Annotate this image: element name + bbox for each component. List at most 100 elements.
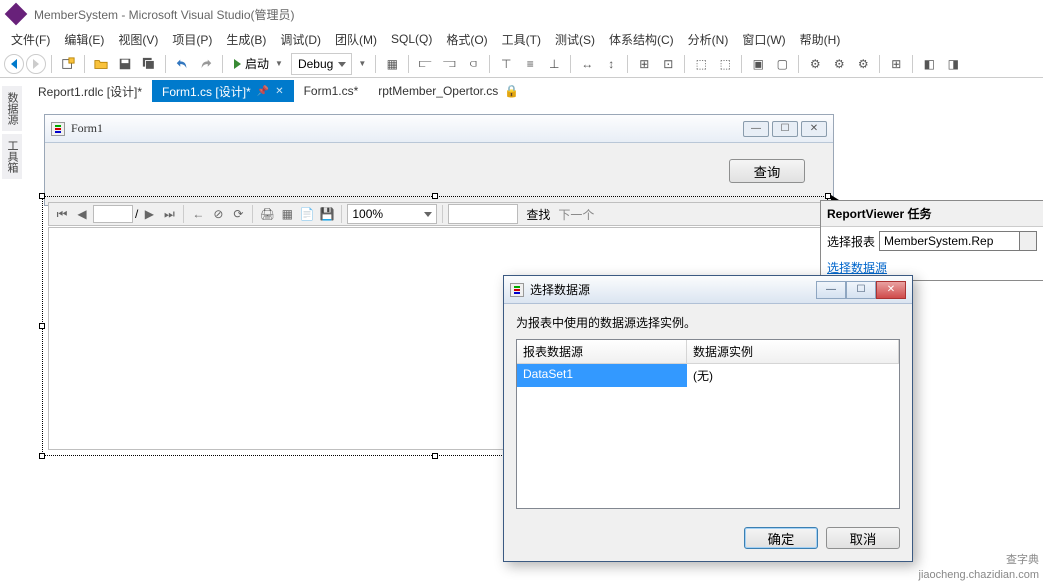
- size-button-2[interactable]: ⊡: [657, 53, 679, 75]
- col-report-datasource[interactable]: 报表数据源: [517, 340, 687, 363]
- app-titlebar: MemberSystem - Microsoft Visual Studio(管…: [0, 0, 1043, 28]
- menu-sql[interactable]: SQL(Q): [384, 30, 439, 48]
- align-left-button[interactable]: ⫍: [414, 53, 436, 75]
- rv-page-input[interactable]: [93, 205, 133, 223]
- layout-button-1[interactable]: ▦: [381, 53, 403, 75]
- nav-forward-button[interactable]: [26, 54, 46, 74]
- col-instance[interactable]: 数据源实例: [687, 340, 899, 363]
- align-bottom-button[interactable]: ⊥: [543, 53, 565, 75]
- minimize-button[interactable]: —: [743, 121, 769, 137]
- align-top-button[interactable]: ⊤: [495, 53, 517, 75]
- side-toolbox[interactable]: 工具箱: [2, 134, 22, 179]
- rv-next-label[interactable]: 下一个: [558, 206, 594, 223]
- menu-file[interactable]: 文件(F): [4, 29, 57, 50]
- bring-front-button[interactable]: ▣: [747, 53, 769, 75]
- dialog-maximize-button[interactable]: ☐: [846, 281, 876, 299]
- smart-tag-panel: ReportViewer 任务 选择报表 MemberSystem.Rep 选择…: [820, 200, 1043, 281]
- start-debug-button[interactable]: 启动 ▼: [228, 53, 289, 75]
- rv-pagesetup-button[interactable]: 📄: [298, 205, 316, 223]
- rv-export-button[interactable]: 💾: [318, 205, 336, 223]
- vspace-button[interactable]: ↕: [600, 53, 622, 75]
- tab-report1[interactable]: Report1.rdlc [设计]*: [28, 80, 152, 102]
- save-button[interactable]: [114, 53, 136, 75]
- rv-stop-button[interactable]: ⊘: [209, 205, 227, 223]
- menu-view[interactable]: 视图(V): [111, 29, 165, 50]
- menu-bar: 文件(F) 编辑(E) 视图(V) 项目(P) 生成(B) 调试(D) 团队(M…: [0, 28, 1043, 50]
- misc-button-1[interactable]: ⚙: [804, 53, 826, 75]
- query-button[interactable]: 查询: [729, 159, 805, 183]
- app-title: MemberSystem - Microsoft Visual Studio(管…: [34, 6, 295, 23]
- menu-edit[interactable]: 编辑(E): [57, 29, 111, 50]
- resize-handle[interactable]: [39, 453, 45, 459]
- rv-search-input[interactable]: [448, 204, 518, 224]
- tab-form1-design[interactable]: Form1.cs [设计]* 📌 ✕: [152, 80, 294, 102]
- datasource-list[interactable]: 报表数据源 数据源实例 DataSet1 (无): [516, 339, 900, 509]
- dialog-instruction: 为报表中使用的数据源选择实例。: [516, 314, 900, 331]
- open-button[interactable]: [90, 53, 112, 75]
- cancel-button[interactable]: 取消: [826, 527, 900, 549]
- resize-handle[interactable]: [432, 193, 438, 199]
- menu-project[interactable]: 项目(P): [165, 29, 219, 50]
- resize-handle[interactable]: [39, 323, 45, 329]
- new-project-button[interactable]: [57, 53, 79, 75]
- misc-button-5[interactable]: ◧: [918, 53, 940, 75]
- align-middle-button[interactable]: ≡: [519, 53, 541, 75]
- row-instance[interactable]: (无): [687, 364, 899, 387]
- select-report-combo[interactable]: MemberSystem.Rep: [879, 231, 1037, 251]
- rv-last-page-button[interactable]: ⏭: [160, 205, 178, 223]
- maximize-button[interactable]: ☐: [772, 121, 798, 137]
- misc-button-6[interactable]: ◨: [942, 53, 964, 75]
- menu-tools[interactable]: 工具(T): [495, 29, 548, 50]
- rv-refresh-button[interactable]: ⟳: [229, 205, 247, 223]
- row-name: DataSet1: [517, 364, 687, 387]
- tab-rptmember[interactable]: rptMember_Opertor.cs 🔒: [368, 80, 529, 102]
- align-center-h-button[interactable]: ⫎: [438, 53, 460, 75]
- size-button-1[interactable]: ⊞: [633, 53, 655, 75]
- rv-zoom-combo[interactable]: 100%: [347, 204, 437, 224]
- menu-window[interactable]: 窗口(W): [735, 29, 792, 50]
- form1-title: Form1: [71, 121, 743, 136]
- misc-button-2[interactable]: ⚙: [828, 53, 850, 75]
- ok-button[interactable]: 确定: [744, 527, 818, 549]
- rv-prev-page-button[interactable]: ◀: [73, 205, 91, 223]
- send-back-button[interactable]: ▢: [771, 53, 793, 75]
- align-right-button[interactable]: ⫏: [462, 53, 484, 75]
- menu-format[interactable]: 格式(O): [439, 29, 494, 50]
- tab-order-button-1[interactable]: ⬚: [690, 53, 712, 75]
- menu-arch[interactable]: 体系结构(C): [602, 29, 681, 50]
- list-item[interactable]: DataSet1 (无): [517, 364, 899, 387]
- misc-button-3[interactable]: ⚙: [852, 53, 874, 75]
- form1-titlebar[interactable]: Form1 — ☐ ✕: [45, 115, 833, 143]
- pin-icon[interactable]: 📌: [257, 86, 269, 97]
- rv-back-button[interactable]: ←: [189, 205, 207, 223]
- menu-help[interactable]: 帮助(H): [793, 29, 848, 50]
- undo-button[interactable]: [171, 53, 193, 75]
- rv-print-button[interactable]: 🖨: [258, 205, 276, 223]
- tab-order-button-2[interactable]: ⬚: [714, 53, 736, 75]
- menu-debug[interactable]: 调试(D): [273, 29, 328, 50]
- resize-handle[interactable]: [39, 193, 45, 199]
- form1-window[interactable]: Form1 — ☐ ✕ 查询: [44, 114, 834, 206]
- misc-button-4[interactable]: ⊞: [885, 53, 907, 75]
- tab-form1-cs[interactable]: Form1.cs*: [294, 80, 369, 102]
- nav-back-button[interactable]: [4, 54, 24, 74]
- save-all-button[interactable]: [138, 53, 160, 75]
- side-datasource[interactable]: 数据源: [2, 86, 22, 131]
- rv-layout-button[interactable]: ▦: [278, 205, 296, 223]
- dialog-minimize-button[interactable]: —: [816, 281, 846, 299]
- menu-analyze[interactable]: 分析(N): [681, 29, 736, 50]
- hspace-button[interactable]: ↔: [576, 53, 598, 75]
- resize-handle[interactable]: [432, 453, 438, 459]
- close-icon[interactable]: ✕: [275, 86, 283, 97]
- dialog-titlebar[interactable]: 选择数据源 — ☐ ✕: [504, 276, 912, 304]
- menu-build[interactable]: 生成(B): [219, 29, 273, 50]
- dialog-close-button[interactable]: ✕: [876, 281, 906, 299]
- rv-first-page-button[interactable]: ⏮: [53, 205, 71, 223]
- menu-team[interactable]: 团队(M): [328, 29, 384, 50]
- rv-next-page-button[interactable]: ▶: [140, 205, 158, 223]
- config-combo[interactable]: Debug: [291, 53, 352, 75]
- menu-test[interactable]: 测试(S): [548, 29, 602, 50]
- redo-button[interactable]: [195, 53, 217, 75]
- rv-search-label[interactable]: 查找: [526, 206, 550, 223]
- close-button[interactable]: ✕: [801, 121, 827, 137]
